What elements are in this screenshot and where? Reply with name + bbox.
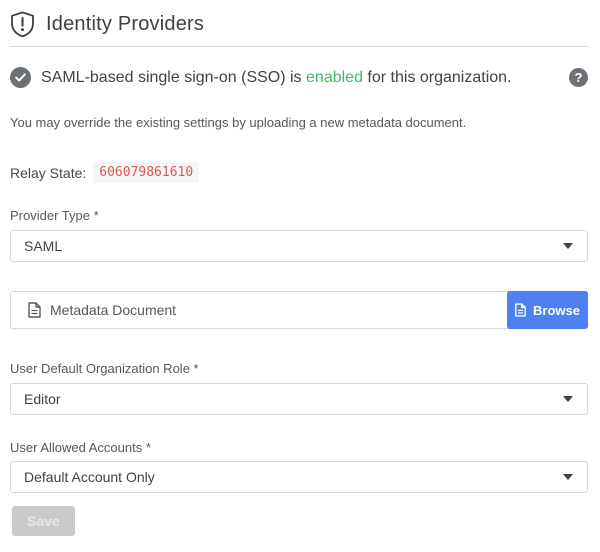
browse-button-label: Browse	[533, 303, 580, 318]
chevron-down-icon	[563, 474, 573, 480]
provider-type-field: Provider Type * SAML	[10, 208, 588, 262]
allowed-accounts-label: User Allowed Accounts *	[10, 440, 588, 455]
browse-button[interactable]: Browse	[507, 291, 588, 329]
sso-status-row: SAML-based single sign-on (SSO) is enabl…	[10, 67, 588, 88]
allowed-accounts-field: User Allowed Accounts * Default Account …	[10, 440, 588, 493]
provider-type-label: Provider Type *	[10, 208, 588, 223]
org-role-field: User Default Organization Role * Editor	[10, 361, 588, 415]
shield-exclamation-icon	[10, 11, 35, 37]
relay-state-value: 606079861610	[93, 162, 199, 183]
provider-type-select[interactable]: SAML	[10, 230, 588, 262]
org-role-select[interactable]: Editor	[10, 383, 588, 415]
page-header: Identity Providers	[10, 0, 588, 47]
relay-state-row: Relay State: 606079861610	[10, 162, 588, 183]
allowed-accounts-select[interactable]: Default Account Only	[10, 461, 588, 493]
allowed-accounts-value: Default Account Only	[24, 469, 155, 485]
org-role-label: User Default Organization Role *	[10, 361, 588, 376]
sso-status-text: SAML-based single sign-on (SSO) is enabl…	[41, 69, 512, 87]
check-circle-icon	[10, 67, 31, 88]
save-button[interactable]: Save	[12, 506, 75, 536]
chevron-down-icon	[563, 243, 573, 249]
status-enabled-highlight: enabled	[306, 69, 363, 86]
metadata-document-input[interactable]: Metadata Document Browse	[10, 291, 588, 329]
page-title: Identity Providers	[46, 13, 204, 36]
file-icon	[28, 302, 41, 318]
help-icon[interactable]: ?	[569, 68, 588, 87]
override-description: You may override the existing settings b…	[10, 115, 588, 130]
provider-type-value: SAML	[24, 238, 62, 254]
status-text-before: SAML-based single sign-on (SSO) is	[41, 69, 302, 86]
org-role-value: Editor	[24, 391, 61, 407]
metadata-document-placeholder: Metadata Document	[50, 302, 176, 318]
status-text-after: for this organization.	[367, 69, 511, 86]
chevron-down-icon	[563, 396, 573, 402]
relay-state-label: Relay State:	[10, 165, 86, 181]
identity-providers-page: Identity Providers SAML-based single sig…	[0, 0, 600, 536]
metadata-document-label: Metadata Document	[11, 302, 176, 318]
file-upload-icon	[515, 303, 526, 317]
